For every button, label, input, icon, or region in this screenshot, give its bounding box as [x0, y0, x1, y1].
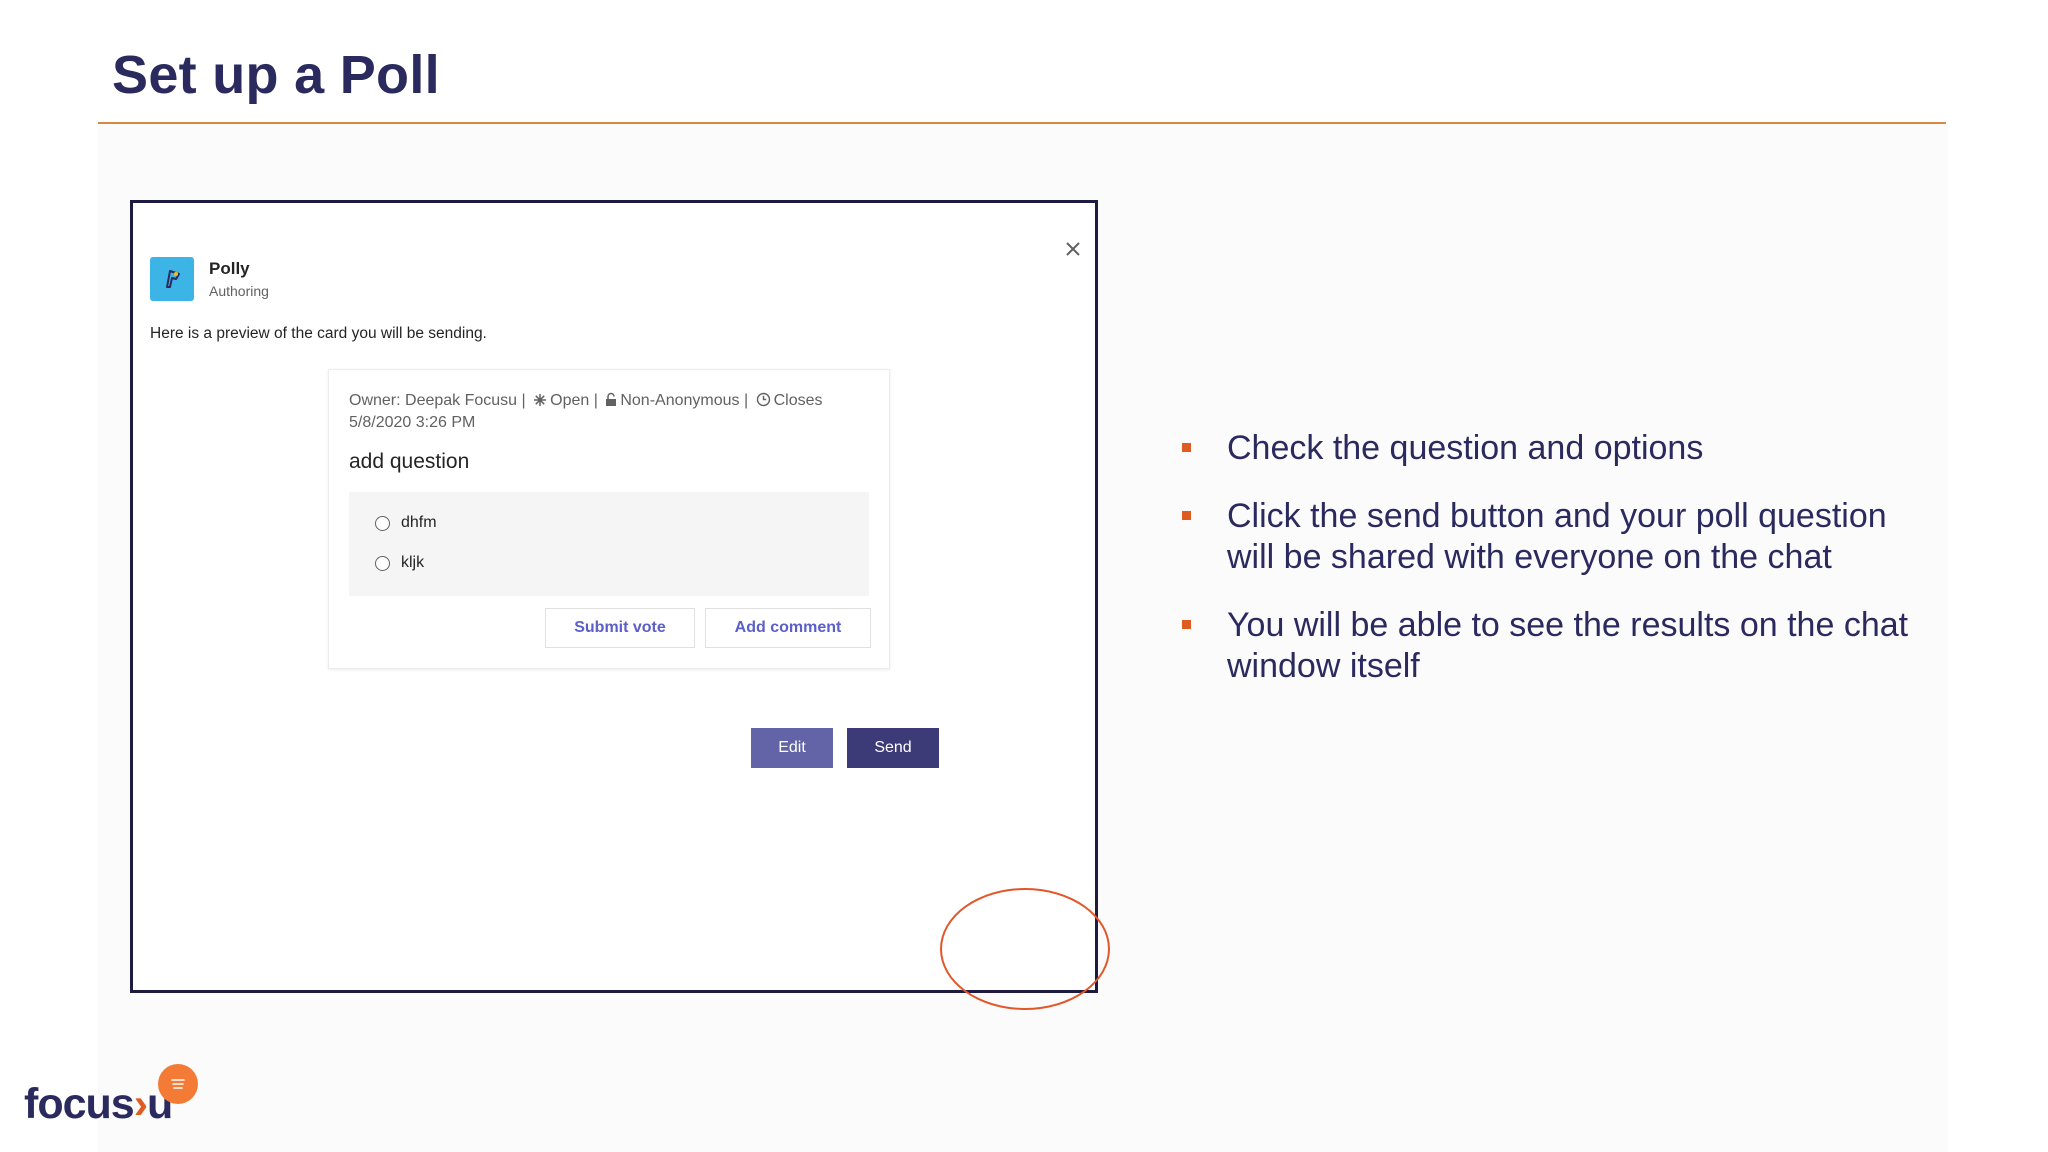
instruction-item: Click the send button and your poll ques… [1182, 496, 1942, 578]
poll-option-label: kljk [401, 554, 425, 571]
slide-title: Set up a Poll [112, 45, 440, 105]
app-name: Polly [209, 259, 250, 278]
poll-options: dhfm kljk [349, 492, 869, 596]
polly-dialog: Polly Authoring Here is a preview of the… [130, 200, 1098, 993]
bullet-icon [1182, 620, 1191, 629]
logo-wordmark: focus›u [24, 1080, 173, 1129]
radio-button-icon[interactable] [375, 555, 390, 571]
bullet-icon [1182, 443, 1191, 452]
lock-icon [606, 392, 617, 406]
instruction-text: Click the send button and your poll ques… [1227, 497, 1887, 576]
poll-option-label: dhfm [401, 514, 437, 531]
add-comment-button[interactable]: Add comment [705, 608, 871, 648]
instruction-item: You will be able to see the results on t… [1182, 605, 1942, 687]
poll-bird-icon [166, 270, 180, 288]
poll-meta: Owner: Deepak Focusu | Open | Non-Anonym… [349, 390, 879, 434]
edit-button[interactable]: Edit [751, 728, 833, 768]
clock-icon [756, 392, 770, 407]
poll-visibility: Non-Anonymous | [620, 392, 749, 409]
radio-button-icon[interactable] [375, 515, 390, 531]
slide: Set up a Poll Polly Authoring Here is a … [0, 0, 2048, 1152]
logo-text-left: focus [24, 1080, 135, 1128]
poll-question: add question [349, 450, 470, 473]
poll-card-preview: Owner: Deepak Focusu | Open | Non-Anonym… [328, 369, 890, 669]
instruction-text: Check the question and options [1227, 429, 1704, 467]
instruction-text: You will be able to see the results on t… [1227, 606, 1909, 685]
instruction-item: Check the question and options [1182, 428, 1942, 469]
preview-description: Here is a preview of the card you will b… [150, 325, 487, 342]
poll-option[interactable]: dhfm [375, 512, 437, 534]
logo-arrow-icon: › [133, 1080, 148, 1128]
poll-closes-label: Closes [773, 392, 823, 409]
open-status-icon [534, 394, 547, 406]
focusu-logo: focus›u [24, 1064, 204, 1134]
poll-option[interactable]: kljk [375, 552, 424, 574]
app-subtitle: Authoring [209, 283, 269, 299]
poll-status: Open | [550, 392, 598, 409]
poll-close-date: 5/8/2020 3:26 PM [349, 414, 476, 431]
submit-vote-button[interactable]: Submit vote [545, 608, 695, 648]
polly-app-icon [150, 257, 194, 301]
title-divider [98, 122, 1946, 124]
poll-owner: Owner: Deepak Focusu | [349, 392, 526, 409]
instruction-list: Check the question and options Click the… [1182, 428, 1942, 714]
bullet-icon [1182, 511, 1191, 520]
logo-badge-icon [158, 1064, 198, 1104]
close-icon[interactable] [1062, 238, 1084, 260]
send-button[interactable]: Send [847, 728, 939, 768]
